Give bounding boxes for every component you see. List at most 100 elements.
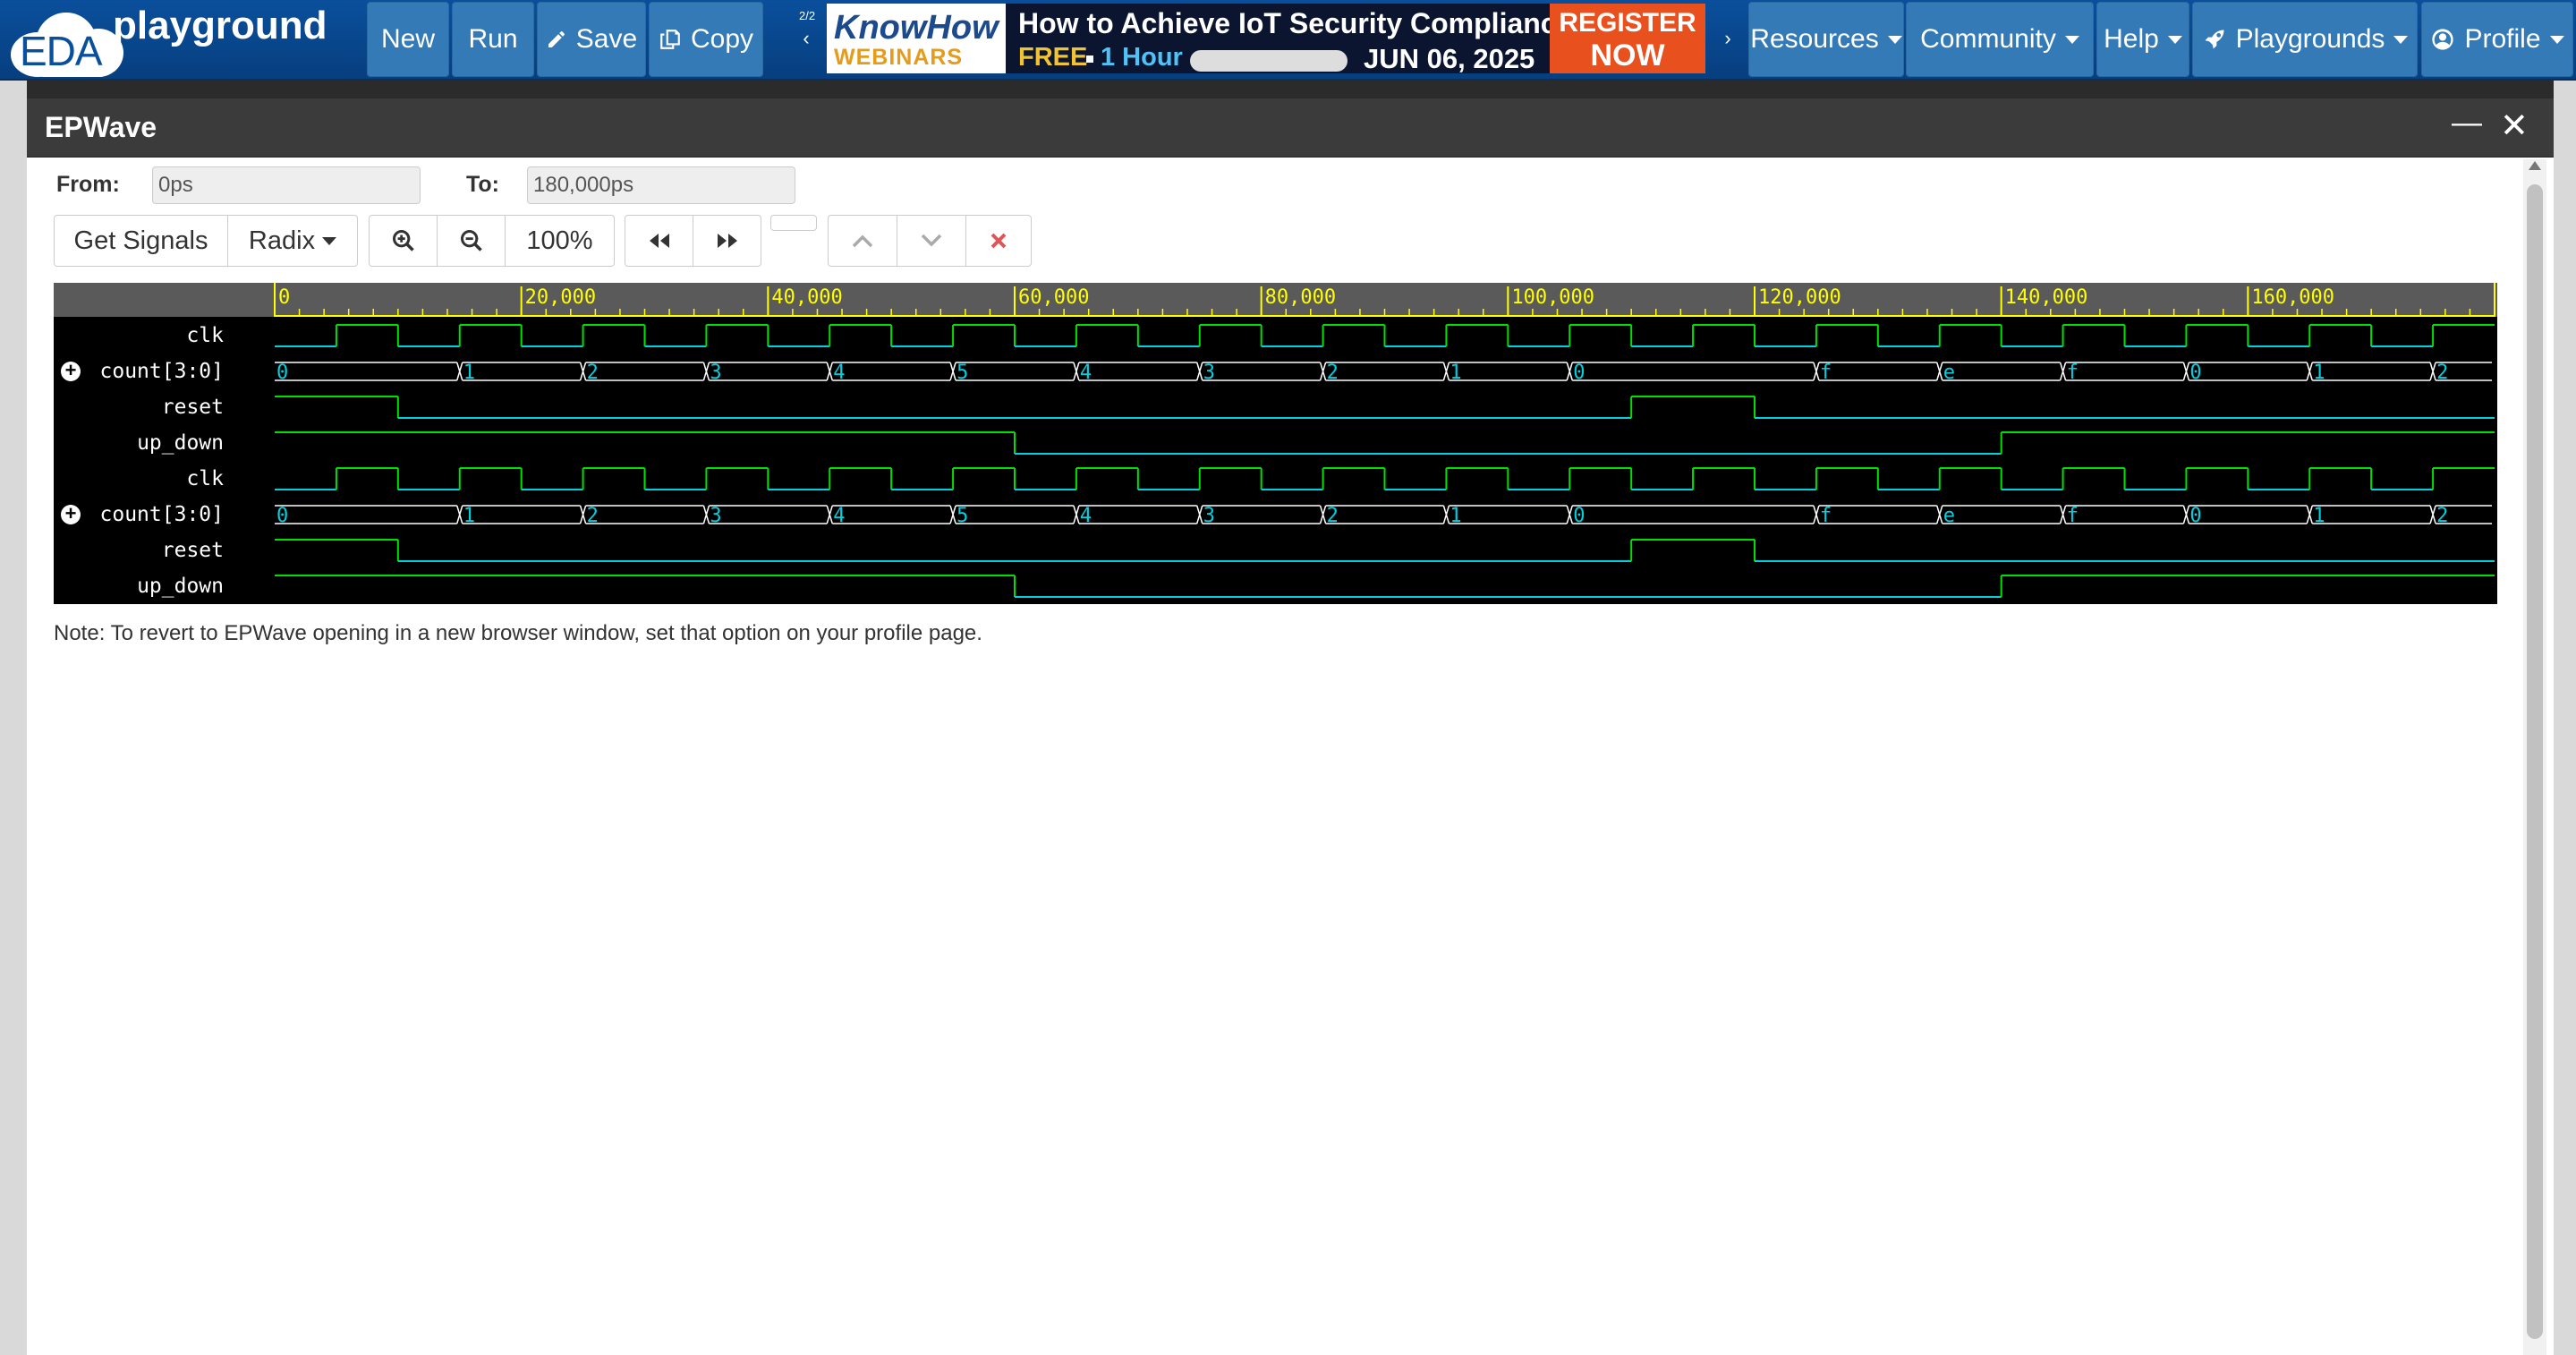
- playgrounds-menu[interactable]: Playgrounds: [2192, 2, 2418, 77]
- time-ruler-label: 100,000: [1511, 286, 1594, 309]
- playgrounds-menu-label: Playgrounds: [2235, 24, 2385, 54]
- bus-value-label: 2: [587, 362, 599, 384]
- banner-brand-knowhow: KnowHow: [834, 9, 999, 47]
- bus-transition: [1566, 362, 1573, 381]
- bus-transition: [2182, 505, 2190, 524]
- bus-transition: [702, 505, 710, 524]
- chevron-down-icon: [2167, 35, 2182, 44]
- zoom-level-button[interactable]: 100%: [505, 215, 615, 267]
- get-signals-label: Get Signals: [73, 226, 208, 255]
- scroll-up-arrow-icon[interactable]: [2529, 161, 2541, 170]
- webinar-banner[interactable]: KnowHow WEBINARS How to Achieve IoT Secu…: [827, 4, 1705, 73]
- bus-value-label: 0: [1573, 505, 1585, 527]
- scroll-right-button[interactable]: [693, 215, 761, 267]
- save-button[interactable]: Save: [537, 2, 646, 77]
- banner-duration: 1 Hour: [1101, 43, 1183, 72]
- bus-transition: [1936, 505, 1943, 524]
- marker-toggle[interactable]: [770, 215, 817, 231]
- banner-brand-webinars: WEBINARS: [834, 45, 964, 70]
- edaplayground-logo[interactable]: EDA playground: [7, 4, 365, 77]
- bus-transition: [456, 505, 463, 524]
- to-input[interactable]: [527, 166, 795, 204]
- bus-transition: [1813, 505, 1820, 524]
- bus-transition: [579, 505, 587, 524]
- chevron-down-icon: [1887, 35, 1902, 44]
- bus-transition: [1319, 505, 1327, 524]
- bus-value-label: 0: [1573, 362, 1585, 384]
- chevron-up-icon: [852, 234, 873, 248]
- register-line-1: REGISTER: [1559, 8, 1696, 38]
- profile-menu[interactable]: Profile: [2421, 2, 2573, 77]
- get-signals-button[interactable]: Get Signals: [54, 215, 228, 267]
- bus-transition: [2059, 362, 2067, 381]
- run-button[interactable]: Run: [452, 2, 534, 77]
- bus-value-label: 1: [2313, 362, 2325, 384]
- time-ruler-label: 60,000: [1018, 286, 1089, 309]
- close-icon[interactable]: ✕: [2500, 106, 2529, 146]
- move-signal-up-button[interactable]: [828, 215, 897, 267]
- scrollbar-thumb[interactable]: [2527, 184, 2543, 1339]
- bus-transition: [1073, 505, 1080, 524]
- bus-value-label: e: [1943, 362, 1955, 384]
- background-page-left-edge: [0, 81, 27, 1355]
- bus-value-label: 1: [2313, 505, 2325, 527]
- waveform-canvas[interactable]: 0 20,000 40,000 60,000 80,000 100,000 120,000 1…: [54, 283, 2497, 604]
- bus-value-label: 2: [2436, 505, 2448, 527]
- new-button[interactable]: New: [367, 2, 449, 77]
- bus-transition: [1442, 362, 1450, 381]
- community-menu-label: Community: [1920, 24, 2056, 54]
- bus-value-label: 1: [1450, 362, 1461, 384]
- double-arrow-left-icon: [649, 234, 669, 248]
- waveform-viewer[interactable]: clk count[3:0] + reset up_down clk count[3:0] +…: [54, 283, 2497, 604]
- copy-button-label: Copy: [690, 24, 754, 54]
- scroll-left-button[interactable]: [625, 215, 693, 267]
- from-input[interactable]: [152, 166, 421, 204]
- chevron-down-icon: [921, 234, 942, 247]
- community-menu[interactable]: Community: [1906, 2, 2094, 77]
- help-menu[interactable]: Help: [2096, 2, 2189, 77]
- bus-transition: [2306, 362, 2313, 381]
- time-ruler-label: 0: [278, 286, 290, 309]
- bus-transition: [2306, 505, 2313, 524]
- resources-menu[interactable]: Resources: [1748, 2, 1904, 77]
- bus-transition: [826, 362, 833, 381]
- bus-value-label: 4: [833, 505, 845, 527]
- chevron-down-icon: [2064, 35, 2079, 44]
- remove-signal-button[interactable]: [965, 215, 1032, 267]
- banner-free: FREE: [1018, 43, 1088, 72]
- copy-button[interactable]: Copy: [649, 2, 763, 77]
- zoom-in-button[interactable]: [369, 215, 438, 267]
- double-arrow-right-icon: [717, 234, 737, 248]
- register-line-2: NOW: [1590, 38, 1665, 72]
- bus-value-label: 3: [1203, 505, 1215, 527]
- radix-dropdown[interactable]: Radix: [227, 215, 358, 267]
- bus-value-label: f: [2067, 505, 2079, 527]
- pencil-icon: [548, 31, 565, 47]
- epwave-header: EPWave — ✕: [27, 98, 2554, 158]
- bus-value-label: 1: [463, 362, 475, 384]
- bus-transition: [579, 362, 587, 381]
- logo-eda-text: EDA: [20, 28, 103, 74]
- bus-value-label: 2: [1327, 505, 1339, 527]
- bus-value-label: 0: [2189, 362, 2201, 384]
- time-ruler-label: 20,000: [525, 286, 596, 309]
- banner-register-button[interactable]: REGISTER NOW: [1550, 4, 1705, 73]
- epwave-scrollbar[interactable]: [2523, 159, 2546, 1355]
- bus-value-label: 2: [587, 505, 599, 527]
- chevron-down-icon: [2393, 35, 2409, 44]
- bus-transition: [1936, 362, 1943, 381]
- minimize-icon[interactable]: —: [2452, 106, 2482, 141]
- bus-value-label: 5: [956, 505, 968, 527]
- zoom-out-button[interactable]: [437, 215, 506, 267]
- banner-next-button[interactable]: ›: [1714, 0, 1741, 77]
- banner-brand: KnowHow WEBINARS: [827, 4, 1006, 73]
- copy-icon: [660, 30, 680, 49]
- radix-label: Radix: [248, 226, 316, 255]
- time-ruler-label: 140,000: [2005, 286, 2088, 309]
- move-signal-down-button[interactable]: [897, 215, 966, 267]
- user-circle-icon: [2432, 29, 2454, 50]
- bus-value-label: e: [1943, 505, 1955, 527]
- bus-value-label: 4: [1080, 362, 1092, 384]
- resources-menu-label: Resources: [1750, 24, 1879, 54]
- top-navbar: EDA playground New Run Save Copy ‹ 2/2 K…: [0, 0, 2576, 81]
